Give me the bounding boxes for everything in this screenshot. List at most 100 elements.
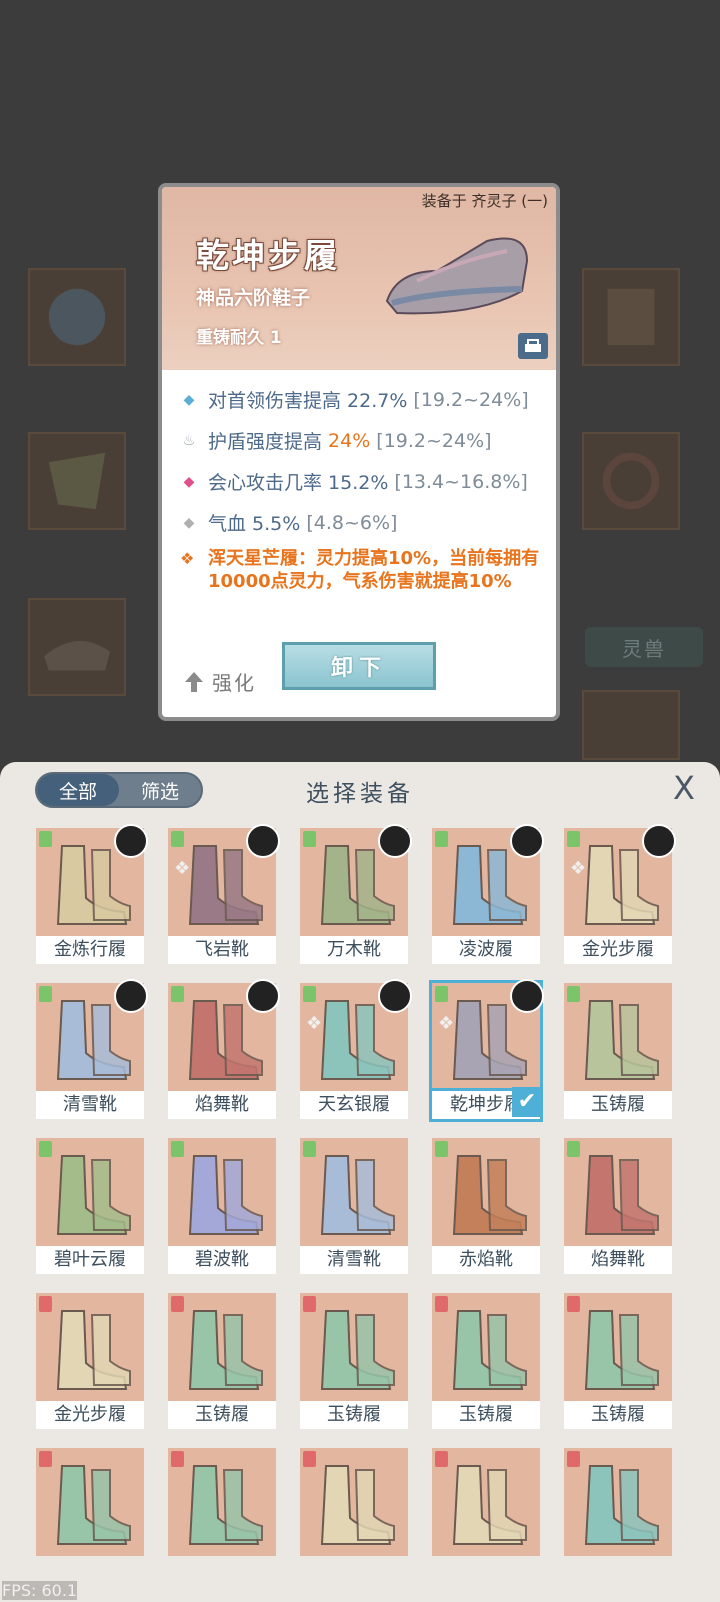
equipment-item[interactable]: ❖ 天玄银履 <box>300 979 412 1119</box>
equip-slot-chest[interactable] <box>582 268 680 366</box>
equip-slot-armor[interactable] <box>28 432 126 530</box>
stat-range: [19.2~24%] <box>413 388 529 411</box>
equipment-item[interactable]: ❖ 飞岩靴 <box>168 824 280 964</box>
tier-badge-icon <box>567 831 580 847</box>
stat-row: ◆ 会心攻击几率 15.2% [13.4~16.8%] <box>180 461 550 502</box>
item-name: 玉铸履 <box>300 1401 408 1429</box>
stat-range: [19.2~24%] <box>376 429 492 452</box>
tier-badge-icon <box>435 1141 448 1157</box>
boot-icon <box>188 1465 263 1545</box>
fps-counter: FPS: 60.1 <box>2 1581 78 1600</box>
spirit-beast-button[interactable]: 灵兽 <box>585 627 703 667</box>
equipment-item[interactable]: 碧波靴 <box>168 1138 276 1274</box>
equipment-item[interactable]: 金光步履 <box>36 1293 144 1429</box>
stat-row: ♨ 护盾强度提高 24% [19.2~24%] <box>180 420 550 461</box>
stat-label: 对首领伤害提高 22.7% <box>208 390 408 412</box>
tier-badge-icon <box>303 1296 316 1312</box>
item-thumbnail <box>300 1293 408 1401</box>
item-name: 清雪靴 <box>300 1246 408 1274</box>
boot-icon <box>452 1310 527 1390</box>
wearer-avatar <box>510 824 544 858</box>
lock-icon[interactable] <box>518 333 548 359</box>
strengthen-button[interactable]: 强化 <box>184 667 256 696</box>
equipment-item[interactable]: 碧叶云履 <box>36 1138 144 1274</box>
equipment-item[interactable]: 焰舞靴 <box>564 1138 672 1274</box>
panel-title: 选择装备 <box>306 781 414 807</box>
stat-label: 会心攻击几率 15.2% <box>208 472 389 494</box>
equipment-item[interactable]: 玉铸履 <box>564 983 672 1119</box>
equipment-item[interactable] <box>168 1448 276 1584</box>
equip-slot-ring[interactable] <box>582 690 680 760</box>
strengthen-label: 强化 <box>212 671 256 695</box>
unequip-button[interactable]: 卸下 <box>282 642 436 690</box>
item-thumbnail <box>36 1293 144 1401</box>
item-name: 金炼行履 <box>36 936 144 964</box>
equipment-item[interactable]: 赤焰靴 <box>432 1138 540 1274</box>
item-durability: 重铸耐久 1 <box>196 328 282 348</box>
stat-highlight-value: 24% <box>328 429 371 452</box>
equipment-item[interactable]: ❖ 金光步履 <box>564 824 676 964</box>
equipment-item[interactable]: 清雪靴 <box>36 979 148 1119</box>
tooltip-header: 装备于 齐灵子 (一) 乾坤步履 神品六阶鞋子 重铸耐久 1 <box>162 187 556 370</box>
tier-badge-icon <box>39 831 52 847</box>
item-name: 玉铸履 <box>432 1401 540 1429</box>
tier-badge-icon <box>567 1141 580 1157</box>
tier-badge-icon <box>171 1451 184 1467</box>
tier-badge-icon <box>567 986 580 1002</box>
set-mark-icon: ❖ <box>570 858 587 879</box>
equipment-item[interactable]: 焰舞靴 <box>168 979 280 1119</box>
boot-icon <box>452 1465 527 1545</box>
spirit-beast-label: 灵兽 <box>622 636 666 661</box>
item-name: 金光步履 <box>36 1401 144 1429</box>
equipment-item[interactable] <box>36 1448 144 1584</box>
equipment-item[interactable]: 万木靴 <box>300 824 412 964</box>
item-name: 清雪靴 <box>36 1091 144 1119</box>
set-mark-icon: ❖ <box>306 1013 323 1034</box>
boot-icon <box>452 1155 527 1235</box>
set-effect: ❖ 浑天星芒履：灵力提高10%，当前每拥有10000点灵力，气系伤害就提高10% <box>180 547 550 593</box>
item-name: 碧叶云履 <box>36 1246 144 1274</box>
item-thumbnail <box>168 1448 276 1556</box>
tier-badge-icon <box>39 986 52 1002</box>
wearer-avatar <box>246 824 280 858</box>
item-name: 金光步履 <box>564 936 672 964</box>
item-thumbnail <box>168 1138 276 1246</box>
close-icon[interactable]: X <box>666 770 702 806</box>
equipment-item[interactable] <box>432 1448 540 1584</box>
equipment-item[interactable]: 玉铸履 <box>300 1293 408 1429</box>
equipment-item[interactable]: 玉铸履 <box>432 1293 540 1429</box>
item-thumbnail <box>432 1448 540 1556</box>
boot-icon <box>320 1310 395 1390</box>
equip-slot-shoes[interactable] <box>28 598 126 696</box>
equipment-select-panel: 全部 筛选 选择装备 X 金炼行履 ❖ 飞岩靴 万木靴 凌波履 ❖ 金光步履 清雪靴 焰舞靴 ❖ 天… <box>0 762 720 1602</box>
tier-badge-icon <box>39 1296 52 1312</box>
wearer-avatar <box>510 979 544 1013</box>
tier-badge-icon <box>303 1451 316 1467</box>
tier-badge-icon <box>303 831 316 847</box>
tier-badge-icon <box>435 1451 448 1467</box>
tier-badge-icon <box>567 1451 580 1467</box>
equipment-item[interactable] <box>300 1448 408 1584</box>
equip-slot-weapon[interactable] <box>28 268 126 366</box>
equipment-item[interactable]: 玉铸履 <box>168 1293 276 1429</box>
item-title: 乾坤步履 <box>196 236 340 275</box>
shield-flame-icon: ♨ <box>182 432 196 449</box>
up-arrow-icon <box>185 671 203 692</box>
tier-badge-icon <box>435 831 448 847</box>
equipped-by-label: 装备于 齐灵子 (一) <box>421 192 548 210</box>
equip-slot-amulet[interactable] <box>582 432 680 530</box>
equipment-item[interactable]: 玉铸履 <box>564 1293 672 1429</box>
item-name: 玉铸履 <box>564 1401 672 1429</box>
item-name: 凌波履 <box>432 936 540 964</box>
item-thumbnail <box>432 1138 540 1246</box>
wearer-avatar <box>246 979 280 1013</box>
equipment-item[interactable]: ❖ 乾坤步履 ✔ <box>429 979 544 1122</box>
item-name: 天玄银履 <box>300 1091 408 1119</box>
set-mark-icon: ❖ <box>174 858 191 879</box>
item-thumbnail <box>564 1138 672 1246</box>
equipment-item[interactable] <box>564 1448 672 1584</box>
equipment-item[interactable]: 凌波履 <box>432 824 544 964</box>
tier-badge-icon <box>171 1141 184 1157</box>
equipment-item[interactable]: 金炼行履 <box>36 824 148 964</box>
equipment-item[interactable]: 清雪靴 <box>300 1138 408 1274</box>
